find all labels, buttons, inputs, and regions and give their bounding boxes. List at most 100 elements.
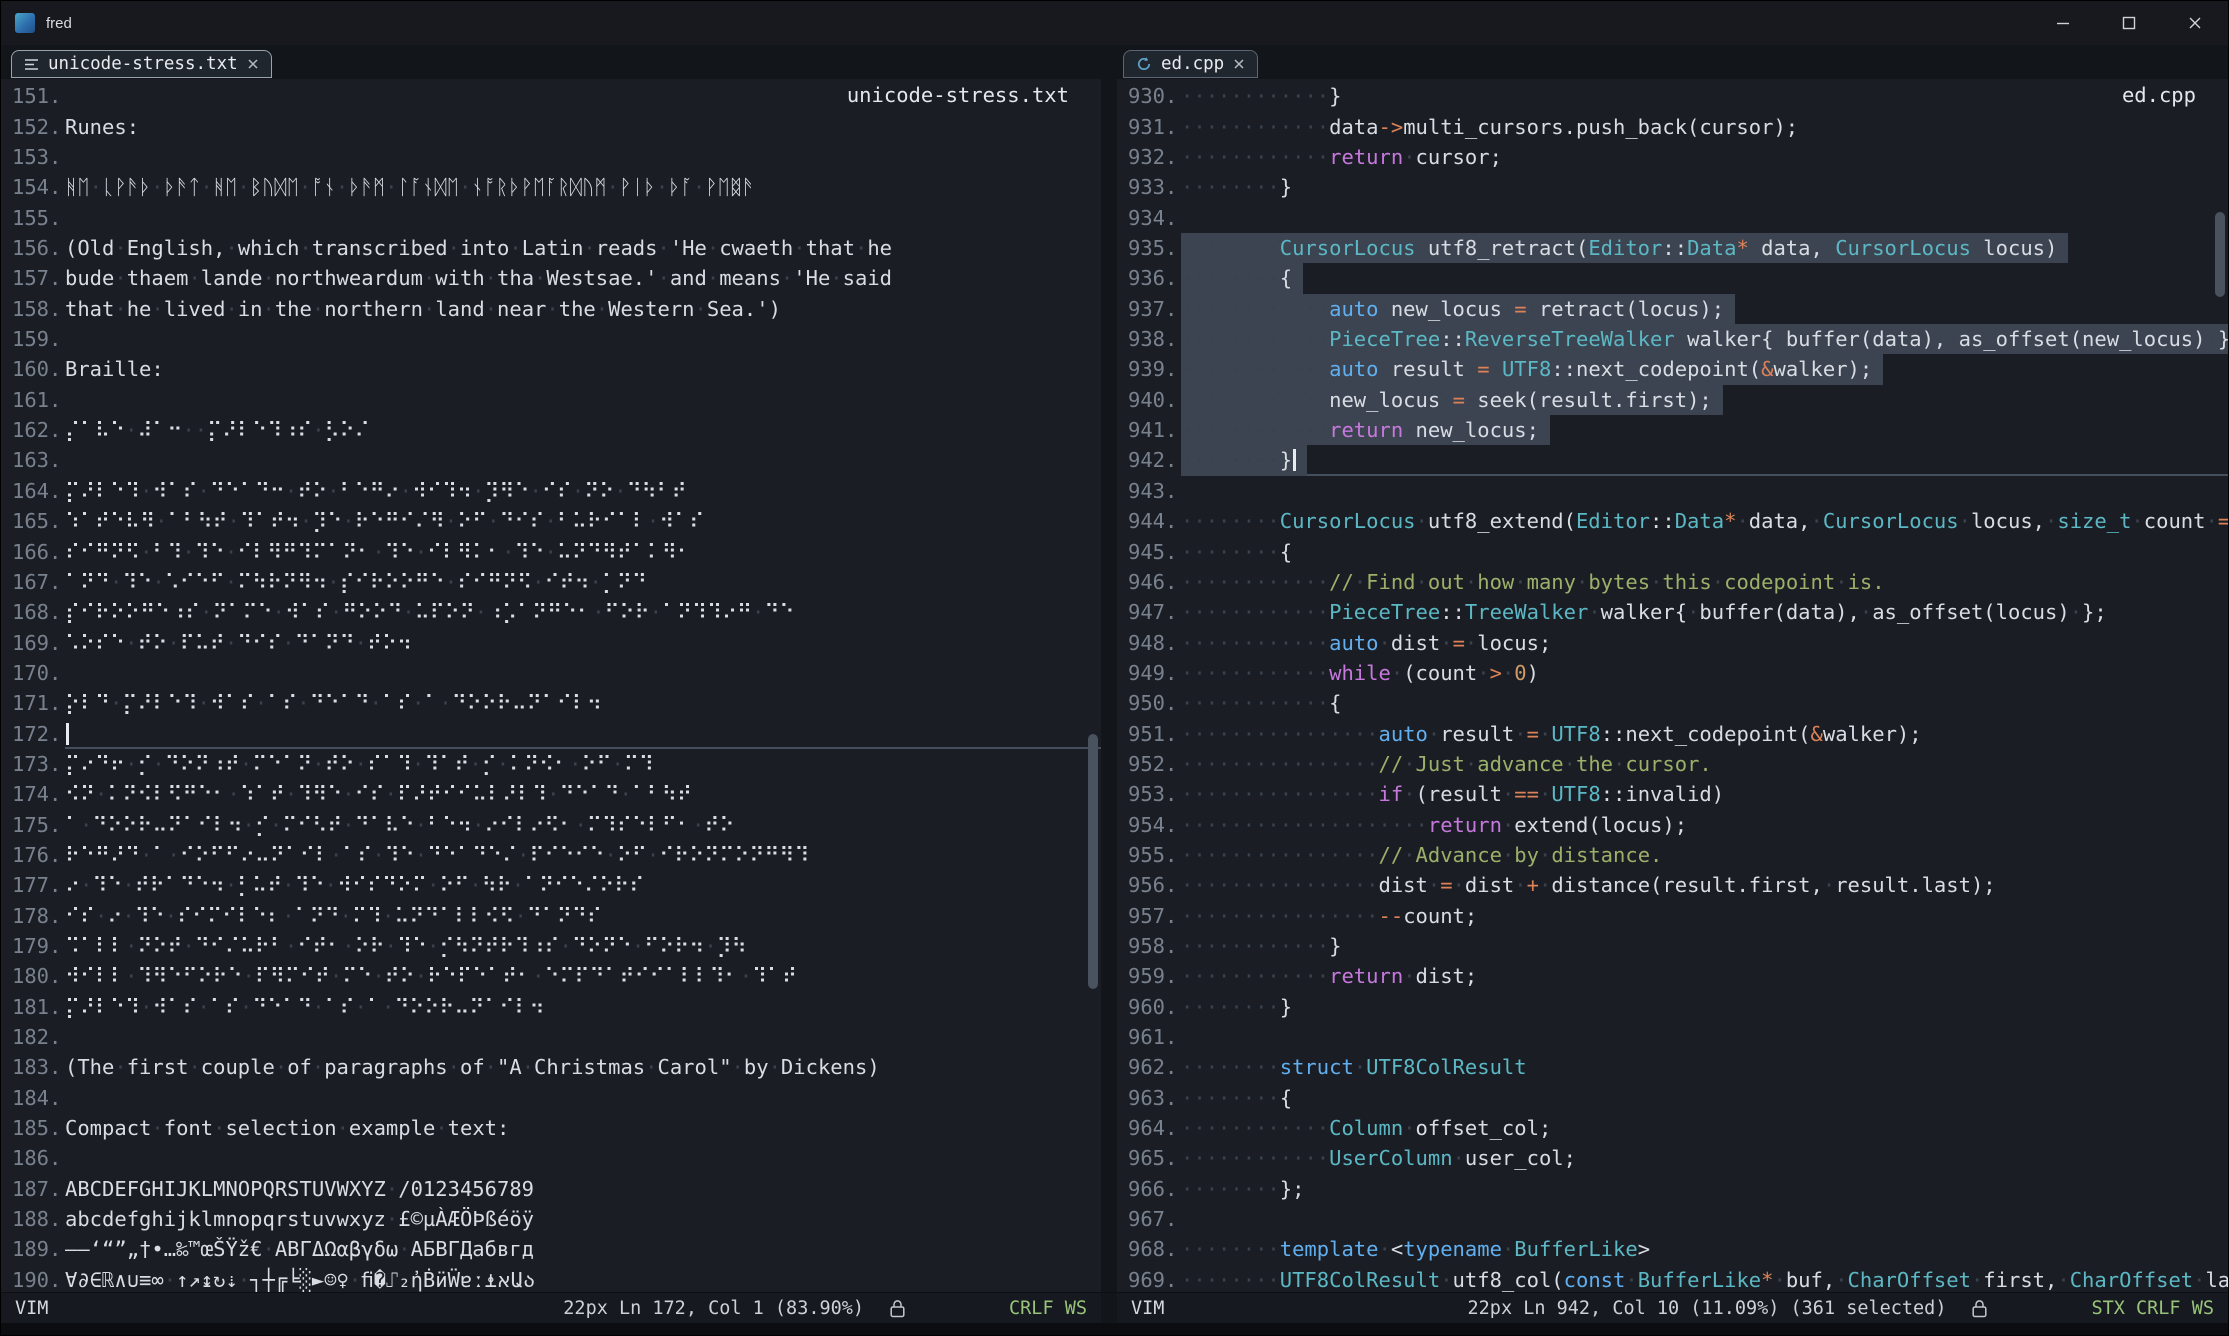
line-number: 969. <box>1117 1265 1181 1292</box>
tab-ed-cpp[interactable]: ed.cpp <box>1123 50 1258 78</box>
code-line[interactable]: 152.Runes: <box>1 112 1101 142</box>
code-line[interactable]: 172. <box>1 719 1101 749</box>
code-line[interactable]: 187.ABCDEFGHIJKLMNOPQRSTUVWXYZ·/01234567… <box>1 1174 1101 1204</box>
code-line[interactable]: 167.⠁⠝⠙·⠹⠑·⠡⠊⠑⠋·⠍⠳⠗⠝⠻⠲·⡎⠊⠗⠕⠕⠛⠑·⠎⠊⠛⠝⠫·⠊⠞⠲… <box>1 567 1101 597</box>
code-line[interactable]: 936.········{ <box>1117 263 2228 293</box>
scrollbar[interactable] <box>1085 79 1101 1292</box>
code-line[interactable]: 164.⡍⠜⠇⠑⠹·⠺⠁⠎·⠙⠑⠁⠙⠒·⠞⠕·⠃⠑⠛⠔·⠺⠊⠹⠲·⡹⠻⠑·⠊⠎·… <box>1 476 1101 506</box>
code-line[interactable]: 964.············Column·offset_col; <box>1117 1113 2228 1143</box>
code-line[interactable]: 153. <box>1 142 1101 172</box>
code-line[interactable]: 169.⠡⠕⠎⠑·⠞⠕·⠏⠥⠞·⠙⠊⠎·⠙⠁⠝⠙·⠞⠕⠲ <box>1 628 1101 658</box>
code-line[interactable]: 937.············auto·new_locus·=·retract… <box>1117 294 2228 324</box>
code-line[interactable]: 966.········}; <box>1117 1174 2228 1204</box>
code-line[interactable]: 957.················--count; <box>1117 901 2228 931</box>
scrollbar-thumb[interactable] <box>2215 212 2225 297</box>
code-line[interactable]: 178.⠊⠎·⠔·⠹⠑·⠎⠊⠍⠊⠇⠑⠆·⠁⠝⠙·⠍⠹·⠥⠝⠙⠁⠇⠇⠪⠫·⠙⠁⠝⠙… <box>1 901 1101 931</box>
code-line[interactable]: 947.············PieceTree::TreeWalker·wa… <box>1117 597 2228 627</box>
code-line[interactable]: 960.········} <box>1117 992 2228 1022</box>
code-line[interactable]: 965.············UserColumn·user_col; <box>1117 1143 2228 1173</box>
code-line[interactable]: 955.················//·Advance·by·distan… <box>1117 840 2228 870</box>
code-line[interactable]: 945.········{ <box>1117 537 2228 567</box>
code-line[interactable]: 163. <box>1 445 1101 475</box>
editor-pane-code[interactable]: ed.cpp 929.················data->multi_c… <box>1117 79 2228 1292</box>
code-line[interactable]: 968.········template·<typename·BufferLik… <box>1117 1234 2228 1264</box>
code-line[interactable]: 168.⡎⠊⠗⠕⠕⠛⠑⠰⠎·⠝⠁⠍⠑·⠺⠁⠎·⠛⠕⠕⠙·⠥⠏⠕⠝·⠰⡡⠁⠝⠛⠑⠂… <box>1 597 1101 627</box>
code-line[interactable]: 962.········struct·UTF8ColResult <box>1117 1052 2228 1082</box>
close-icon[interactable] <box>1233 58 1245 70</box>
close-icon[interactable] <box>247 58 259 70</box>
code-line[interactable]: 959.············return·dist; <box>1117 961 2228 991</box>
code-line[interactable]: 160.Braille: <box>1 354 1101 384</box>
line-number: 158. <box>1 294 65 324</box>
code-line[interactable]: 175.⠁·⠙⠕⠕⠗⠤⠝⠁⠊⠇⠲·⡊·⠍⠊⠣⠞·⠙⠁⠧⠑·⠃⠑⠲·⠔⠊⠇⠔⠫⠂·… <box>1 810 1101 840</box>
code-line[interactable]: 956.················dist·=·dist·+·distan… <box>1117 870 2228 900</box>
editor-pane-text[interactable]: unicode-stress.txt 150.ვეფხის·ტყაოსანი·შ… <box>1 79 1101 1292</box>
lock-icon[interactable] <box>890 1299 905 1318</box>
minimize-button[interactable] <box>2030 1 2096 45</box>
code-line[interactable]: 941.············return·new_locus; <box>1117 415 2228 445</box>
code-line[interactable]: 933.········} <box>1117 172 2228 202</box>
code-line[interactable]: 967. <box>1117 1204 2228 1234</box>
scrollbar-thumb[interactable] <box>1088 734 1098 989</box>
code-line[interactable]: 969.········UTF8ColResult·utf8_col(const… <box>1117 1265 2228 1292</box>
code-line[interactable]: 181.⡍⠜⠇⠑⠹·⠺⠁⠎·⠁⠎·⠙⠑⠁⠙·⠁⠎·⠁·⠙⠕⠕⠗⠤⠝⠁⠊⠇⠲ <box>1 992 1101 1022</box>
code-line[interactable]: 949.············while·(count·>·0) <box>1117 658 2228 688</box>
code-line[interactable]: 176.⠗⠑⠛⠜⠙·⠁·⠊⠕⠋⠋⠔⠤⠝⠁⠊⠇·⠁⠎·⠹⠑·⠙⠑⠁⠙⠑⠌·⠏⠊⠑⠊… <box>1 840 1101 870</box>
code-line[interactable]: 942.········} <box>1117 445 2228 475</box>
code-line[interactable]: 930.············} <box>1117 81 2228 111</box>
maximize-button[interactable] <box>2096 1 2162 45</box>
code-line[interactable]: 952.················//·Just·advance·the·… <box>1117 749 2228 779</box>
code-line[interactable]: 953.················if·(result·==·UTF8::… <box>1117 779 2228 809</box>
code-line[interactable]: 170. <box>1 658 1101 688</box>
code-line[interactable]: 177.⠔·⠹⠑·⠞⠗⠁⠙⠑⠲·⡃⠥⠞·⠹⠑·⠺⠊⠎⠙⠕⠍·⠕⠋·⠳⠗·⠁⠝⠊⠑… <box>1 870 1101 900</box>
code-line[interactable]: 155. <box>1 203 1101 233</box>
code-line[interactable]: 158.that·he·lived·in·the·northern·land·n… <box>1 294 1101 324</box>
code-line[interactable]: 950.············{ <box>1117 688 2228 718</box>
code-line[interactable]: 954.····················return·extend(lo… <box>1117 810 2228 840</box>
line-number: 154. <box>1 172 65 202</box>
code-line[interactable]: 939.············auto·result·=·UTF8::next… <box>1117 354 2228 384</box>
lock-icon[interactable] <box>1972 1299 1987 1318</box>
code-line[interactable]: 940.············new_locus·=·seek(result.… <box>1117 385 2228 415</box>
code-line[interactable]: 963.········{ <box>1117 1083 2228 1113</box>
scrollbar[interactable] <box>2212 79 2228 1292</box>
code-line[interactable]: 958.············} <box>1117 931 2228 961</box>
code-line[interactable]: 944.········CursorLocus·utf8_extend(Edit… <box>1117 506 2228 536</box>
code-line[interactable]: 186. <box>1 1143 1101 1173</box>
title-bar[interactable]: fred <box>1 1 2228 45</box>
code-line[interactable]: 184. <box>1 1083 1101 1113</box>
code-line[interactable]: 166.⠎⠊⠛⠝⠫·⠃⠹·⠹⠑·⠊⠇⠻⠛⠹⠍⠁⠝⠂·⠹⠑·⠊⠇⠻⠅⠂·⠹⠑·⠥⠝… <box>1 537 1101 567</box>
code-line[interactable]: 948.············auto·dist·=·locus; <box>1117 628 2228 658</box>
code-line[interactable]: 173.⡍⠔⠙⠖·⡊·⠙⠕⠝⠰⠞·⠍⠑⠁⠝·⠞⠕·⠎⠁⠹·⠹⠁⠞·⡊·⠅⠝⠪⠂·… <box>1 749 1101 779</box>
code-line[interactable]: 183.(The·first·couple·of·paragraphs·of·"… <box>1 1052 1101 1082</box>
code-line[interactable]: 154.ᚻᛖ·ᚳᚹᚫᚦ·ᚦᚫᛏ·ᚻᛖ·ᛒᚢᛞᛖ·ᚩᚾ·ᚦᚫᛗ·ᛚᚪᚾᛞᛖ·ᚾᚩᚱ… <box>1 172 1101 202</box>
code-line[interactable]: 946.············//·Find·out·how·many·byt… <box>1117 567 2228 597</box>
pane-divider[interactable] <box>1101 79 1117 1292</box>
code-line[interactable]: 174.⠪⠝·⠅⠝⠪⠇⠫⠛⠑⠂·⠱⠁⠞·⠹⠻⠑·⠊⠎·⠏⠜⠞⠊⠊⠥⠇⠜⠇⠹·⠙⠑… <box>1 779 1101 809</box>
code-line[interactable]: 188.abcdefghijklmnopqrstuvwxyz·£©µÀÆÖÞßé… <box>1 1204 1101 1234</box>
line-number: 155. <box>1 203 65 233</box>
code-line[interactable]: 961. <box>1117 1022 2228 1052</box>
code-line[interactable]: 182. <box>1 1022 1101 1052</box>
code-line[interactable]: 935.········CursorLocus·utf8_retract(Edi… <box>1117 233 2228 263</box>
code-line[interactable]: 156.(Old·English,·which·transcribed·into… <box>1 233 1101 263</box>
code-line[interactable]: 943. <box>1117 476 2228 506</box>
code-line[interactable]: 185.Compact·font·selection·example·text: <box>1 1113 1101 1143</box>
code-line[interactable]: 165.⠱⠁⠞⠑⠧⠻·⠁⠃⠳⠞·⠹⠁⠞⠲·⡹⠑·⠗⠑⠛⠊⠌⠻·⠕⠋·⠙⠊⠎·⠃⠥… <box>1 506 1101 536</box>
code-line[interactable]: 931.············data->multi_cursors.push… <box>1117 112 2228 142</box>
code-line[interactable]: 162.⡌⠁⠧⠑·⠼⠁⠒··⡍⠜⠇⠑⠹⠰⠎·⡣⠕⠌ <box>1 415 1101 445</box>
code-line[interactable]: 157.bude·thaem·lande·northweardum·with·t… <box>1 263 1101 293</box>
close-button[interactable] <box>2162 1 2228 45</box>
code-line[interactable]: 190.∀∂∈ℝ∧∪≡∞·↑↗↨↻⇣·┐┼╔╘░►☺♀·ﬁ�⑀₂ἠḂӥẄɐː⍎א… <box>1 1265 1101 1292</box>
code-line[interactable]: 180.⠺⠊⠇⠇·⠹⠻⠑⠋⠕⠗⠑·⠏⠻⠍⠊⠞·⠍⠑·⠞⠕·⠗⠑⠏⠑⠁⠞⠂·⠑⠍⠏… <box>1 961 1101 991</box>
tab-unicode-stress[interactable]: unicode-stress.txt <box>11 50 272 78</box>
code-line[interactable]: 161. <box>1 385 1101 415</box>
code-line[interactable]: 934. <box>1117 203 2228 233</box>
code-line[interactable]: 189.–—‘“”„†•…‰™œŠŸž€·ΑΒΓΔΩαβγδω·АБВГДабв… <box>1 1234 1101 1264</box>
code-line[interactable]: 159. <box>1 324 1101 354</box>
code-line[interactable]: 171.⡕⠇⠙·⡍⠜⠇⠑⠹·⠺⠁⠎·⠁⠎·⠙⠑⠁⠙·⠁⠎·⠁·⠙⠕⠕⠗⠤⠝⠁⠊⠇… <box>1 688 1101 718</box>
code-line[interactable]: 951.················auto·result·=·UTF8::… <box>1117 719 2228 749</box>
code-line[interactable]: 179.⠩⠁⠇⠇·⠝⠕⠞·⠙⠊⠌⠥⠗⠃·⠊⠞⠂·⠕⠗·⠹⠑·⡊⠳⠝⠞⠗⠹⠰⠎·⠙… <box>1 931 1101 961</box>
code-line[interactable]: 938.············PieceTree::ReverseTreeWa… <box>1117 324 2228 354</box>
code-line[interactable]: 932.············return·cursor; <box>1117 142 2228 172</box>
